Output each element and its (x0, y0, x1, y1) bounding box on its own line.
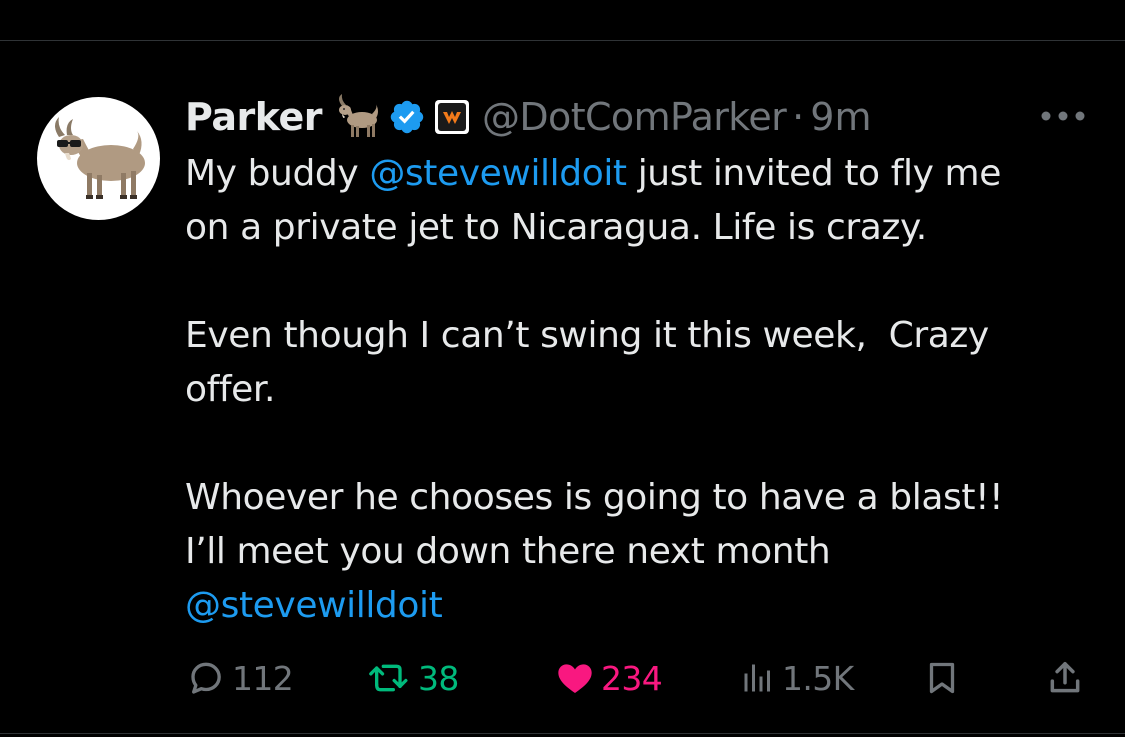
share-button[interactable] (1046, 650, 1084, 706)
display-name[interactable]: Parker (185, 95, 322, 139)
header-separator: · (792, 95, 805, 139)
like-count: 234 (601, 658, 663, 698)
heart-filled-icon (558, 664, 592, 693)
goat-with-sunglasses-icon (55, 117, 145, 199)
tweet-line: Whoever he chooses is going to have a bl… (185, 477, 1004, 518)
reply-bubble-icon (191, 662, 221, 694)
tweet-header: Parker @DotComParker · 9m (185, 89, 871, 145)
handle[interactable]: @DotComParker (482, 95, 787, 139)
top-divider (0, 40, 1125, 41)
mention-link[interactable]: @stevewilldoit (185, 585, 443, 626)
bookmark-button[interactable] (924, 650, 960, 706)
like-button[interactable]: 234 (555, 650, 663, 706)
mention-link[interactable]: @stevewilldoit (369, 153, 627, 194)
tweet-line: My buddy @stevewilldoit just invited to … (185, 147, 1085, 201)
affiliate-badge-icon[interactable] (434, 99, 470, 135)
retweet-count: 38 (418, 658, 459, 698)
more-dots-icon (1041, 111, 1085, 121)
retweet-icon (369, 664, 408, 692)
tweet-line: offer. (185, 369, 276, 410)
bookmark-icon (929, 662, 955, 694)
tweet-text-segment: just invited to fly me (626, 153, 1002, 194)
views-chart-icon (744, 664, 770, 692)
tweet-line: Even though I can’t swing it this week, … (185, 315, 989, 356)
more-options-button[interactable] (1040, 100, 1086, 132)
tweet-line: I’ll meet you down there next month (185, 531, 831, 572)
views-button[interactable]: 1.5K (740, 650, 854, 706)
timestamp[interactable]: 9m (810, 95, 871, 139)
retweet-button[interactable]: 38 (368, 650, 459, 706)
tweet-screen: Parker @DotComParker · 9m My buddy @stev… (0, 0, 1125, 737)
reply-count: 112 (232, 658, 294, 698)
goat-icon (332, 94, 380, 140)
views-count: 1.5K (782, 658, 854, 698)
bottom-divider (0, 733, 1125, 734)
tweet-line: on a private jet to Nicaragua. Life is c… (185, 207, 927, 248)
tweet-body: My buddy @stevewilldoit just invited to … (185, 147, 1085, 633)
verified-badge-icon[interactable] (388, 98, 426, 136)
reply-button[interactable]: 112 (186, 650, 294, 706)
share-icon (1050, 662, 1080, 693)
action-bar: 112 38 234 1.5K (0, 650, 1125, 706)
avatar[interactable] (37, 97, 160, 220)
tweet-text-segment: My buddy (185, 153, 370, 194)
tweet-line: @stevewilldoit (185, 579, 1085, 633)
